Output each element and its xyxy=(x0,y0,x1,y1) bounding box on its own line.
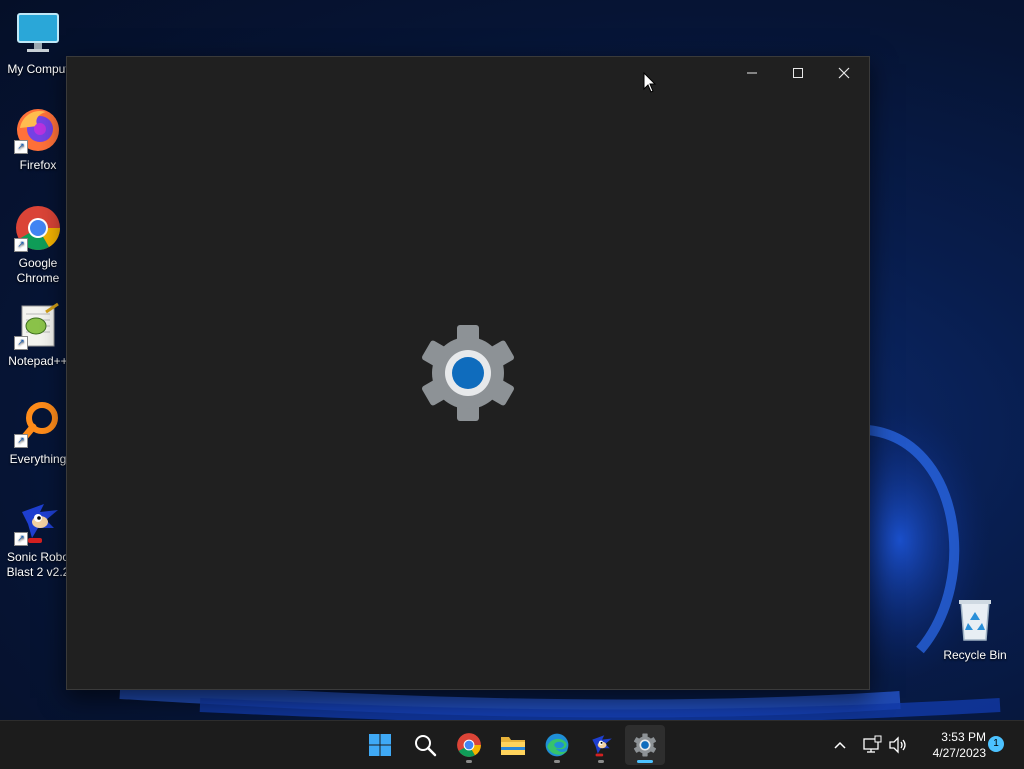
desktop-icon-recycle-bin[interactable]: Recycle Bin xyxy=(937,596,1013,663)
notepad-plus-plus-icon: ↗ xyxy=(14,302,62,350)
taskbar-search-button[interactable] xyxy=(405,725,445,765)
settings-gear-icon xyxy=(422,325,514,421)
shortcut-arrow-icon: ↗ xyxy=(14,140,28,154)
desktop-icon-everything[interactable]: ↗ Everything xyxy=(0,400,76,467)
sonic-icon xyxy=(592,735,612,757)
folder-icon xyxy=(501,737,525,755)
shortcut-arrow-icon: ↗ xyxy=(14,532,28,546)
minimize-button[interactable] xyxy=(729,57,775,89)
taskbar-chrome-button[interactable] xyxy=(449,725,489,765)
speaker-icon xyxy=(889,736,906,754)
desktop-icon-firefox[interactable]: ↗ Firefox xyxy=(0,106,76,173)
everything-search-icon: ↗ xyxy=(14,400,62,448)
network-button[interactable] xyxy=(862,721,882,769)
firefox-icon: ↗ xyxy=(14,106,62,154)
running-indicator xyxy=(598,760,604,763)
maximize-button[interactable] xyxy=(775,57,821,89)
minimize-icon xyxy=(747,72,757,74)
desktop-icon-google-chrome[interactable]: ↗ Google Chrome xyxy=(0,204,76,286)
desktop-icon-notepad-plus-plus[interactable]: ↗ Notepad++ xyxy=(0,302,76,369)
desktop-icon-sonic-robo-blast-2[interactable]: ↗ Sonic Robo Blast 2 v2.2 xyxy=(0,498,76,580)
shortcut-arrow-icon: ↗ xyxy=(14,434,28,448)
shortcut-arrow-icon: ↗ xyxy=(14,238,28,252)
close-icon xyxy=(838,67,850,79)
windows-logo-icon xyxy=(369,734,391,756)
running-indicator xyxy=(466,760,472,763)
taskbar-sonic-button[interactable] xyxy=(581,725,621,765)
chrome-icon xyxy=(457,733,481,757)
close-button[interactable] xyxy=(821,57,867,89)
taskbar-file-explorer-button[interactable] xyxy=(493,725,533,765)
taskbar-start-button[interactable] xyxy=(360,725,400,765)
show-hidden-icons-button[interactable] xyxy=(830,721,850,769)
recycle-bin-icon xyxy=(951,596,999,644)
active-indicator xyxy=(637,760,653,763)
chrome-icon: ↗ xyxy=(14,204,62,252)
edge-icon xyxy=(545,733,569,757)
volume-button[interactable] xyxy=(888,721,908,769)
notification-badge[interactable]: 1 xyxy=(988,736,1004,752)
desktop-icon-my-computer[interactable]: My Comput xyxy=(0,10,76,77)
taskbar: 3:53 PM 4/27/2023 xyxy=(0,720,1024,769)
chevron-up-icon xyxy=(834,741,846,749)
search-icon xyxy=(415,735,437,757)
settings-gear-icon xyxy=(633,733,657,757)
clock-time: 3:53 PM xyxy=(941,730,986,744)
clock-date: 4/27/2023 xyxy=(932,746,986,760)
network-icon xyxy=(863,735,882,753)
shortcut-arrow-icon: ↗ xyxy=(14,336,28,350)
settings-window[interactable] xyxy=(66,56,870,690)
taskbar-clock[interactable]: 3:53 PM 4/27/2023 xyxy=(916,729,986,761)
maximize-icon xyxy=(793,68,803,78)
sonic-icon: ↗ xyxy=(14,498,62,546)
taskbar-settings-button[interactable] xyxy=(625,725,665,765)
mouse-cursor-icon xyxy=(643,72,657,93)
computer-monitor-icon xyxy=(14,10,62,58)
taskbar-edge-button[interactable] xyxy=(537,725,577,765)
desktop: My Comput ↗ Firefox ↗ Google Chrome ↗ No… xyxy=(0,0,1024,720)
running-indicator xyxy=(554,760,560,763)
